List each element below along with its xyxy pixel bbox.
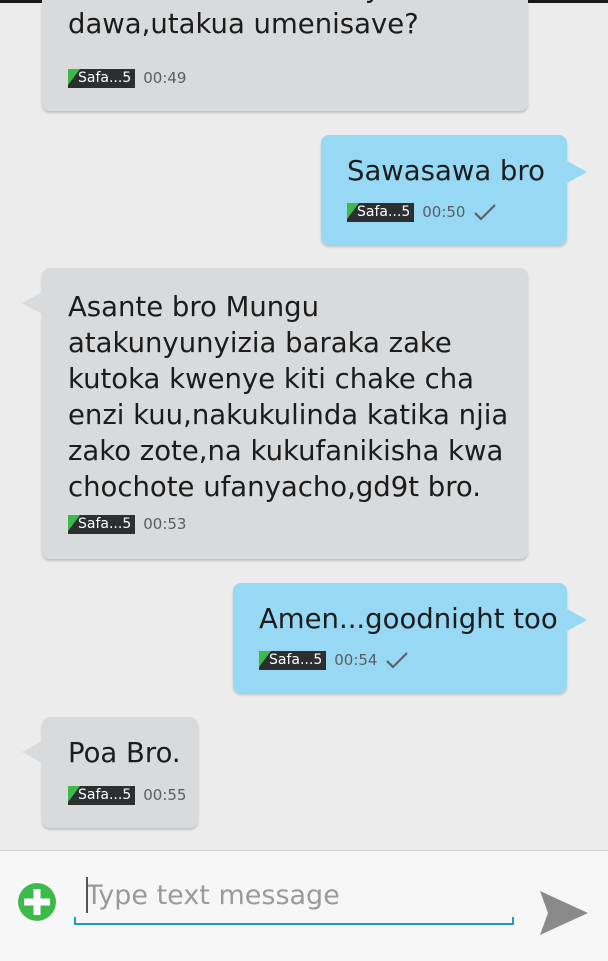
message-bubble-incoming[interactable]: Poa Bro. Safa...5 00:55 — [22, 717, 198, 828]
message-meta: Safa...5 00:54 — [259, 650, 409, 670]
sim-corner-mark — [68, 68, 80, 85]
message-text: Sawasawa bro — [347, 155, 545, 187]
sim-badge: Safa...5 — [259, 650, 327, 670]
sim-badge: Safa...5 — [68, 785, 136, 805]
message-text: Amen...goodnight too — [259, 603, 558, 635]
send-arrow-icon[interactable] — [538, 889, 590, 937]
message-time: 00:54 — [334, 651, 378, 669]
message-text: na tishio na biashara ya meno na dawa,ut… — [68, 0, 528, 40]
delivered-check-icon — [474, 204, 497, 221]
text-caret — [86, 877, 88, 913]
bubble-tail — [22, 292, 42, 314]
sim-badge: Safa...5 — [68, 68, 136, 88]
message-text: Poa Bro. — [68, 737, 181, 769]
message-input[interactable] — [74, 873, 514, 917]
message-bubble-outgoing[interactable]: Sawasawa bro Safa...5 00:50 — [321, 135, 587, 245]
message-input-container — [74, 873, 514, 925]
sim-corner-mark — [68, 514, 80, 531]
message-time: 00:49 — [143, 69, 187, 87]
message-bubble-incoming[interactable]: na tishio na biashara ya meno na dawa,ut… — [42, 0, 528, 111]
sim-label: Safa...5 — [78, 515, 132, 532]
message-time: 00:53 — [143, 515, 187, 533]
message-time: 00:55 — [143, 786, 187, 804]
message-composer — [0, 850, 608, 961]
sim-label: Safa...5 — [357, 203, 411, 220]
sim-badge: Safa...5 — [347, 202, 415, 222]
bubble-tail — [567, 609, 587, 631]
sim-label: Safa...5 — [269, 651, 323, 668]
sim-label: Safa...5 — [78, 786, 132, 803]
message-thread[interactable]: na tishio na biashara ya meno na dawa,ut… — [0, 0, 608, 850]
delivered-check-icon — [386, 652, 409, 669]
sim-corner-mark — [347, 202, 359, 219]
message-meta: Safa...5 00:55 — [68, 785, 186, 805]
message-time: 00:50 — [422, 203, 466, 221]
message-text: Asante bro Mungu atakunyunyizia baraka z… — [68, 291, 509, 503]
bubble-tail — [567, 161, 587, 183]
sim-badge: Safa...5 — [68, 514, 136, 534]
message-meta: Safa...5 00:50 — [347, 202, 497, 222]
add-circle-icon[interactable] — [15, 880, 59, 924]
message-meta: Safa...5 00:53 — [68, 514, 186, 534]
input-underline — [74, 917, 514, 925]
sim-corner-mark — [68, 785, 80, 802]
message-bubble-outgoing[interactable]: Amen...goodnight too Safa...5 00:54 — [233, 583, 587, 693]
message-bubble-incoming[interactable]: Asante bro Mungu atakunyunyizia baraka z… — [22, 268, 528, 559]
sim-corner-mark — [259, 650, 271, 667]
message-meta: Safa...5 00:49 — [68, 68, 186, 88]
sim-label: Safa...5 — [78, 69, 132, 86]
bubble-tail — [22, 741, 42, 763]
